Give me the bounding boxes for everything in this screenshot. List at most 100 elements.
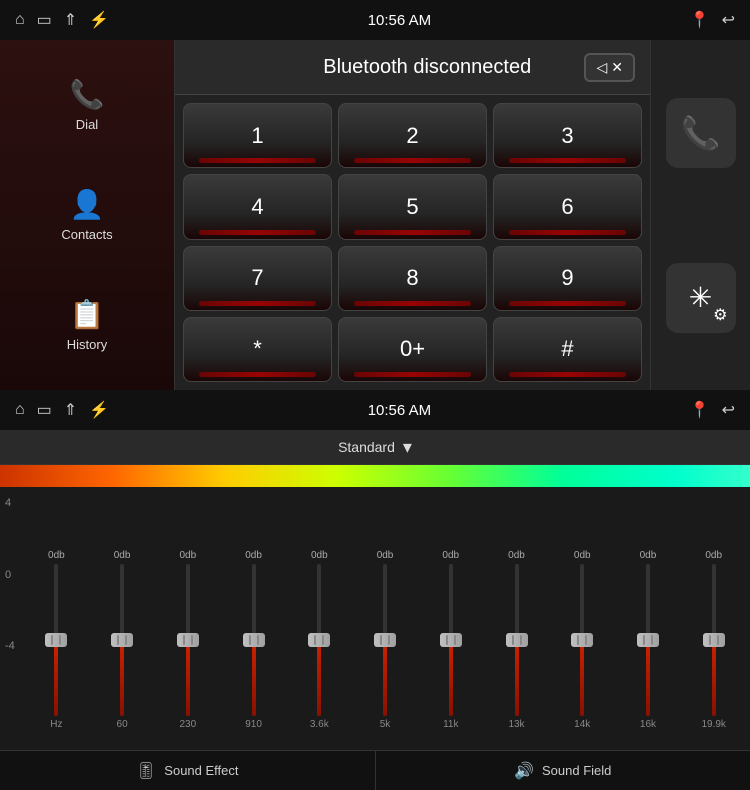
eq-199k-fill [712,640,716,716]
eq-13k-track[interactable] [515,564,519,716]
eq-band-5k: 0db 5k [354,550,417,730]
bottom-bar: 🎚 Sound Effect 🔊 Sound Field [0,750,750,790]
eq-5k-freq: 5k [380,719,391,730]
dial-key-6[interactable]: 6 [493,174,642,239]
dial-key-5[interactable]: 5 [338,174,487,239]
eq-199k-thumb[interactable] [703,633,725,647]
sidebar-item-contacts[interactable]: 👤 Contacts [9,178,166,252]
eq-230-fill [186,640,190,716]
bluetooth-settings-button[interactable]: ✳ ⚙ [666,263,736,333]
sidebar-item-dial[interactable]: 📞 Dial [9,68,166,142]
eq-230-freq: 230 [179,719,196,730]
eq-230-track[interactable] [186,564,190,716]
back-icon[interactable]: ↩ [722,10,735,30]
eq-910-fill [252,640,256,716]
back2-icon[interactable]: ↩ [722,400,735,420]
phone-panel: 📞 Dial 👤 Contacts 📋 History Bluetooth di… [0,40,750,390]
eq-sliders-row: 0db Hz 0db 60 0db [25,492,745,750]
history-icon: 📋 [70,298,105,331]
eq-hz-thumb[interactable] [45,633,67,647]
eq-14k-track[interactable] [580,564,584,716]
eq-199k-db: 0db [705,550,722,561]
spectrum-bar [0,465,750,487]
equalizer-section: Standard ▾ 4 0 -4 0db Hz [0,430,750,750]
sound-field-icon: 🔊 [514,761,534,781]
dial-key-7[interactable]: 7 [183,246,332,311]
eq-3k6-thumb[interactable] [308,633,330,647]
eq-16k-track[interactable] [646,564,650,716]
eq-hz-track[interactable] [54,564,58,716]
eq-60-freq: 60 [117,719,128,730]
eq-11k-fill [449,640,453,716]
dial-key-0[interactable]: 0+ [338,317,487,382]
close-arrow-icon: ◁ [596,59,607,76]
sound-effect-icon: 🎚 [136,761,156,781]
eq-14k-thumb[interactable] [571,633,593,647]
right-controls: 📞 ✳ ⚙ [650,40,750,390]
eq-y-axis: 4 0 -4 [5,492,25,652]
eq-14k-fill [580,640,584,716]
bluetooth-bar: Bluetooth disconnected ◁ ✕ [175,40,650,95]
eq-3k6-freq: 3.6k [310,719,329,730]
eq-60-thumb[interactable] [111,633,133,647]
eq-910-db: 0db [245,550,262,561]
eq-60-fill [120,640,124,716]
eq-11k-db: 0db [442,550,459,561]
eq-band-3k6: 0db 3.6k [288,550,351,730]
eq-band-16k: 0db 16k [617,550,680,730]
eq-band-199k: 0db 19.9k [682,550,745,730]
eq-16k-thumb[interactable] [637,633,659,647]
screen-icon[interactable]: ▭ [37,10,52,30]
eq-band-14k: 0db 14k [551,550,614,730]
close-bluetooth-button[interactable]: ◁ ✕ [584,53,635,82]
dial-key-hash[interactable]: # [493,317,642,382]
dial-key-star[interactable]: * [183,317,332,382]
eq-13k-freq: 13k [508,719,524,730]
eq-14k-db: 0db [574,550,591,561]
eq-band-230: 0db 230 [156,550,219,730]
eq-hz-fill [54,640,58,716]
eq-13k-fill [515,640,519,716]
call-button[interactable]: 📞 [666,98,736,168]
dial-key-9[interactable]: 9 [493,246,642,311]
dial-key-3[interactable]: 3 [493,103,642,168]
status-bar-top: ⌂ ▭ ⇑ ⚡ 10:56 AM 📍 ↩ [0,0,750,40]
sidebar-item-history[interactable]: 📋 History [9,288,166,362]
dial-key-2[interactable]: 2 [338,103,487,168]
eq-199k-track[interactable] [712,564,716,716]
sound-field-label: Sound Field [542,763,611,778]
home2-icon[interactable]: ⌂ [15,401,25,419]
eq-11k-track[interactable] [449,564,453,716]
eq-230-thumb[interactable] [177,633,199,647]
eq-910-track[interactable] [252,564,256,716]
location2-icon[interactable]: 📍 [690,400,710,420]
status2-icons-right: 📍 ↩ [690,400,735,420]
eq-3k6-fill [317,640,321,716]
eq-60-track[interactable] [120,564,124,716]
eq-5k-thumb[interactable] [374,633,396,647]
status-icons-right: 📍 ↩ [690,10,735,30]
eq-5k-track[interactable] [383,564,387,716]
dial-key-4[interactable]: 4 [183,174,332,239]
eq-910-thumb[interactable] [243,633,265,647]
eq-230-db: 0db [179,550,196,561]
usb2-icon: ⚡ [89,400,109,420]
sidebar-contacts-label: Contacts [61,227,112,242]
eq-3k6-track[interactable] [317,564,321,716]
arrows2-icon[interactable]: ⇑ [64,400,77,420]
contacts-person-icon: 👤 [70,188,105,221]
eq-label-0db: 0 [5,569,25,581]
preset-chevron-icon[interactable]: ▾ [403,437,412,458]
screen2-icon[interactable]: ▭ [37,400,52,420]
dial-key-1[interactable]: 1 [183,103,332,168]
eq-13k-thumb[interactable] [506,633,528,647]
arrows-icon[interactable]: ⇑ [64,10,77,30]
eq-11k-thumb[interactable] [440,633,462,647]
sound-effect-button[interactable]: 🎚 Sound Effect [0,750,376,790]
dial-key-8[interactable]: 8 [338,246,487,311]
eq-13k-db: 0db [508,550,525,561]
home-icon[interactable]: ⌂ [15,11,25,29]
location-icon[interactable]: 📍 [690,10,710,30]
eq-3k6-db: 0db [311,550,328,561]
sound-field-button[interactable]: 🔊 Sound Field [376,750,750,790]
